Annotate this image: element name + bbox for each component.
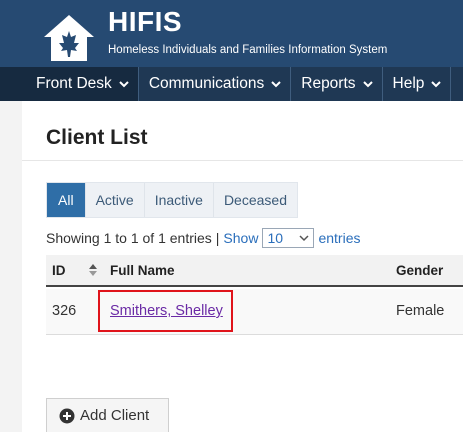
column-header-id[interactable]: ID — [52, 263, 66, 278]
page-title: Client List — [46, 126, 148, 149]
table-info: Showing 1 to 1 of 1 entries | Show 10 en… — [46, 228, 360, 248]
app-header: HIFIS Homeless Individuals and Families … — [0, 0, 463, 67]
nav-label: Help — [392, 75, 425, 92]
chevron-down-icon — [362, 81, 373, 88]
maple-leaf-house-icon[interactable] — [42, 13, 96, 63]
chevron-down-icon — [299, 235, 309, 242]
page-size-value: 10 — [267, 230, 284, 246]
entries-label: entries — [318, 230, 361, 246]
chevron-down-icon — [271, 81, 281, 88]
cell-id: 326 — [52, 303, 77, 319]
main-nav: Front Desk Communications Reports Help — [0, 67, 463, 101]
nav-reports[interactable]: Reports — [291, 67, 383, 101]
column-header-gender[interactable]: Gender — [396, 263, 443, 278]
add-client-button[interactable]: Add Client — [46, 398, 169, 432]
chevron-down-icon — [431, 81, 442, 88]
brand-subtitle: Homeless Individuals and Families Inform… — [108, 44, 388, 56]
nav-front-desk[interactable]: Front Desk — [0, 67, 139, 101]
nav-label: Reports — [301, 75, 356, 92]
showing-text: Showing 1 to 1 of 1 entries — [46, 230, 212, 246]
status-tabs: All Active Inactive Deceased — [46, 182, 298, 218]
nav-label: Front Desk — [36, 75, 112, 92]
cell-gender: Female — [396, 303, 445, 319]
highlight-box — [98, 290, 233, 332]
nav-communications[interactable]: Communications — [139, 67, 292, 101]
nav-label: Communications — [148, 75, 265, 92]
chevron-down-icon — [119, 81, 129, 88]
plus-circle-icon — [59, 408, 75, 423]
sort-icon[interactable] — [88, 263, 98, 277]
show-label: Show — [223, 230, 259, 246]
tab-deceased[interactable]: Deceased — [214, 183, 297, 217]
add-client-label: Add Client — [80, 407, 150, 424]
tab-active[interactable]: Active — [86, 183, 145, 217]
page-size-select[interactable]: 10 — [262, 228, 315, 248]
brand-title: HIFIS — [108, 6, 183, 37]
tab-all[interactable]: All — [47, 183, 86, 217]
left-gutter — [0, 101, 22, 432]
separator: | — [215, 230, 220, 246]
nav-help[interactable]: Help — [383, 67, 452, 101]
title-divider — [22, 160, 463, 161]
table-header: ID Full Name Gender — [46, 255, 463, 287]
tab-inactive[interactable]: Inactive — [145, 183, 214, 217]
column-header-full-name[interactable]: Full Name — [110, 263, 175, 278]
